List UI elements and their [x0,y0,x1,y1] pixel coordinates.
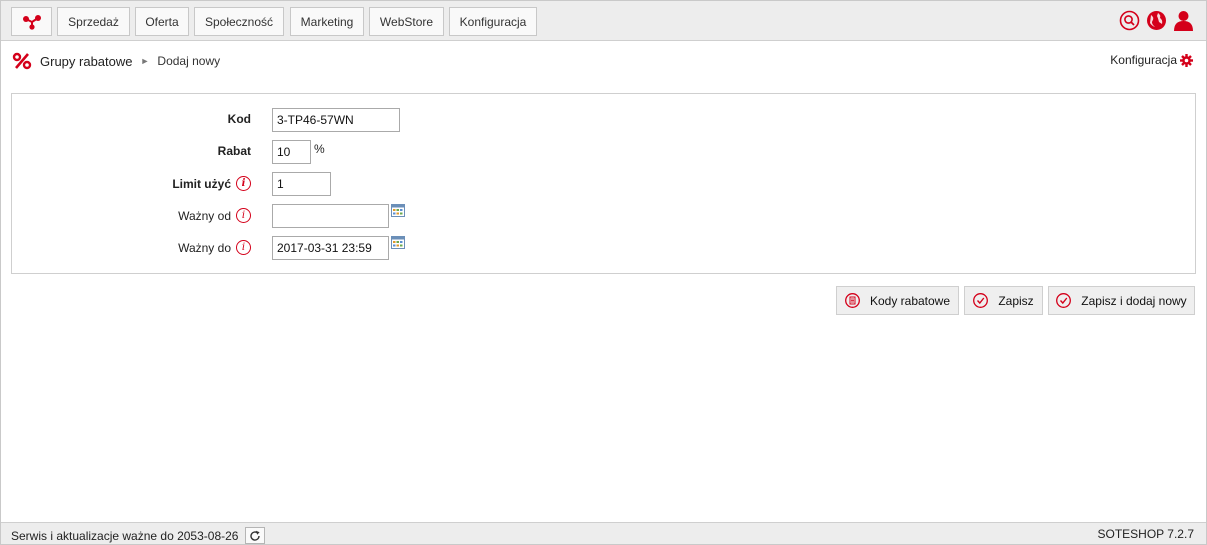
form-row-discount: Rabat % [12,140,1195,164]
form-row-limit: Limit użyć i [12,172,1195,196]
calendar-icon[interactable] [391,204,405,217]
breadcrumb: Grupy rabatowe ► Dodaj nowy [12,51,220,71]
network-nodes-icon [22,14,41,30]
checkmark-icon [1056,293,1072,308]
info-icon[interactable]: i [236,240,251,255]
valid-to-input[interactable] [272,236,389,260]
home-button[interactable] [11,7,52,36]
form-row-valid-from: Ważny od i [12,204,1195,228]
discount-unit: % [314,142,325,156]
breadcrumb-current: Dodaj nowy [157,54,221,68]
menu-webstore[interactable]: WebStore [369,7,444,36]
percent-icon [12,52,32,70]
form-row-code: Kod [12,108,1195,132]
code-input[interactable] [272,108,400,132]
status-bar: Serwis i aktualizacje ważne do 2053-08-2… [1,522,1206,544]
save-button[interactable]: Zapisz [964,286,1043,315]
globe-icon[interactable] [1146,10,1167,31]
document-icon [845,293,860,308]
code-label: Kod [227,112,251,126]
top-navigation-bar: Sprzedaż Oferta Społeczność Marketing We… [1,1,1206,41]
valid-from-input[interactable] [272,204,389,228]
limit-label: Limit użyć i [172,176,251,191]
configuration-link-label: Konfiguracja [1110,53,1177,67]
info-icon[interactable]: i [236,208,251,223]
discount-label: Rabat [217,144,251,158]
menu-konfiguracja[interactable]: Konfiguracja [449,7,537,36]
menu-marketing[interactable]: Marketing [290,7,364,36]
search-icon[interactable] [1119,10,1140,31]
menu-spolecznosc[interactable]: Społeczność [194,7,284,36]
refresh-icon [250,530,261,541]
save-and-add-new-button[interactable]: Zapisz i dodaj nowy [1048,286,1195,315]
menu-oferta[interactable]: Oferta [135,7,189,36]
valid-from-label: Ważny od i [178,208,251,223]
user-icon[interactable] [1173,10,1194,31]
configuration-link[interactable]: Konfiguracja [1110,53,1193,67]
limit-input[interactable] [272,172,331,196]
gear-icon [1180,53,1193,67]
version-label: SOTESHOP 7.2.7 [1097,527,1195,541]
checkmark-icon [973,293,989,308]
service-validity-text: Serwis i aktualizacje ważne do 2053-08-2… [11,528,239,543]
form-row-valid-to: Ważny do i [12,236,1195,260]
refresh-button[interactable] [245,527,266,544]
breadcrumb-separator: ► [140,56,150,66]
breadcrumb-section[interactable]: Grupy rabatowe [40,54,133,69]
calendar-icon[interactable] [391,236,405,249]
valid-to-label: Ważny do i [178,240,251,255]
discount-codes-button[interactable]: Kody rabatowe [836,286,959,315]
discount-form-panel: Kod Rabat % Limit użyć i Ważny od i [11,93,1196,274]
menu-sprzedaz[interactable]: Sprzedaż [57,7,130,36]
info-icon[interactable]: i [236,176,251,191]
discount-input[interactable] [272,140,311,164]
